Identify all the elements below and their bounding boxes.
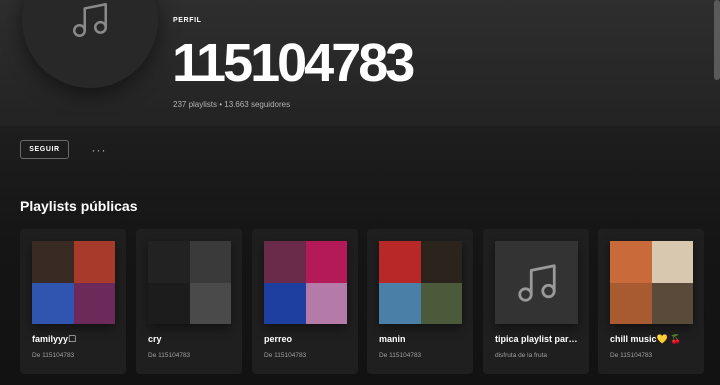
playlist-cards: familyyy☐ De 115104783 cry De 115104783 perr… [20,229,720,379]
cover-tile [610,241,652,283]
cover-tile [32,282,74,324]
cover-tile [32,241,74,283]
music-note-icon [517,263,556,302]
section-title: Playlists públicas [20,198,138,214]
playlist-title[interactable]: tipica playlist para ... [495,334,579,344]
playlist-cover [495,241,578,324]
cover-tile [305,282,347,324]
playlist-title[interactable]: chill music💛 🍒 [610,334,694,345]
playlist-cover [148,241,231,324]
playlist-subtitle: disfruta de la fruta [495,352,548,359]
scrollbar[interactable] [714,0,720,80]
playlist-subtitle: De 115104783 [610,352,653,359]
playlist-subtitle: De 115104783 [32,352,75,359]
cover-tile [420,282,462,324]
profile-avatar [22,0,158,88]
playlist-subtitle: De 115104783 [379,352,422,359]
cover-tile [264,241,306,283]
playlist-subtitle: De 115104783 [148,352,191,359]
cover-tile [73,282,115,324]
cover-tile [651,282,693,324]
follow-button[interactable]: SEGUIR [20,140,69,159]
cover-tile [610,282,652,324]
profile-name: 115104783 [172,33,415,93]
music-note-icon [72,2,108,38]
playlist-card[interactable]: chill music💛 🍒 De 115104783 [598,229,704,374]
playlist-subtitle: De 115104783 [264,352,307,359]
profile-header: PERFIL 115104783 237 playlists • 13.663 … [0,0,720,126]
more-options-button[interactable]: ··· [88,140,110,159]
playlist-card[interactable]: familyyy☐ De 115104783 [20,229,126,374]
cover-tile [379,241,421,283]
cover-tile [189,241,231,283]
playlist-card[interactable]: cry De 115104783 [136,229,242,374]
cover-tile [379,282,421,324]
cover-tile [148,282,190,324]
playlist-title[interactable]: cry [148,334,232,344]
cover-tile [420,241,462,283]
profile-kind-label: PERFIL [173,17,202,24]
playlist-card[interactable]: manin De 115104783 [367,229,473,374]
playlist-cover [610,241,693,324]
profile-meta: 237 playlists • 13.663 seguidores [173,100,291,109]
cover-tile [148,241,190,283]
playlist-cover [264,241,347,324]
playlist-title[interactable]: manin [379,334,463,344]
cover-tile [651,241,693,283]
cover-tile [264,282,306,324]
playlist-title[interactable]: perreo [264,334,348,344]
playlist-cover [379,241,462,324]
playlist-card[interactable]: perreo De 115104783 [252,229,358,374]
cover-tile [305,241,347,283]
playlist-card[interactable]: tipica playlist para ... disfruta de la f… [483,229,589,374]
cover-tile [189,282,231,324]
cover-tile [73,241,115,283]
playlist-cover [32,241,115,324]
playlist-title[interactable]: familyyy☐ [32,334,116,345]
